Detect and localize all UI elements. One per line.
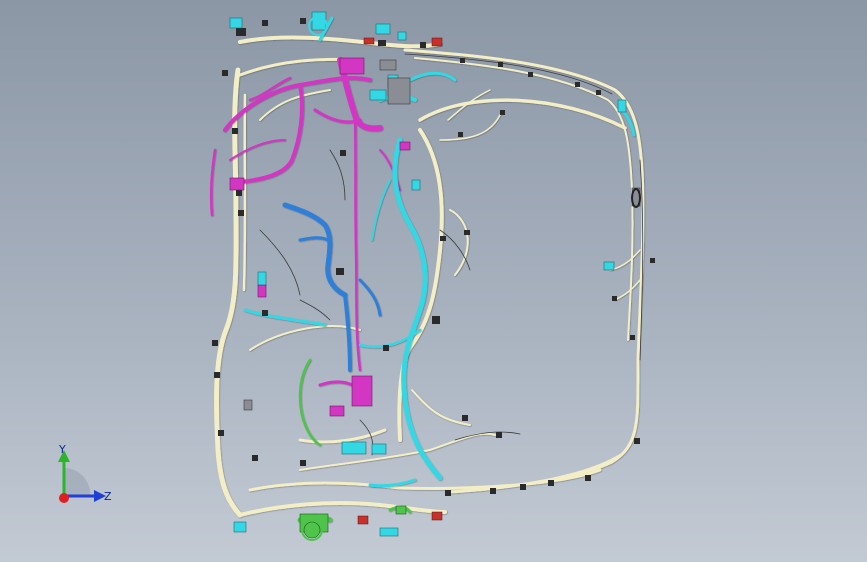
orientation-triad[interactable]: Y Z	[44, 438, 124, 518]
cad-viewport[interactable]: Y Z	[0, 0, 867, 562]
triad-plane-fill	[64, 467, 91, 496]
magenta-harness[interactable]	[209, 57, 401, 394]
z-axis-label: Z	[104, 490, 112, 503]
y-axis-label: Y	[58, 443, 66, 456]
x-axis-dot	[59, 493, 69, 503]
signal-wires	[259, 53, 644, 456]
wiring-harness-model[interactable]	[0, 0, 867, 562]
connectors-cyan[interactable]	[229, 11, 627, 537]
main-harness-bundle[interactable]	[214, 35, 645, 518]
